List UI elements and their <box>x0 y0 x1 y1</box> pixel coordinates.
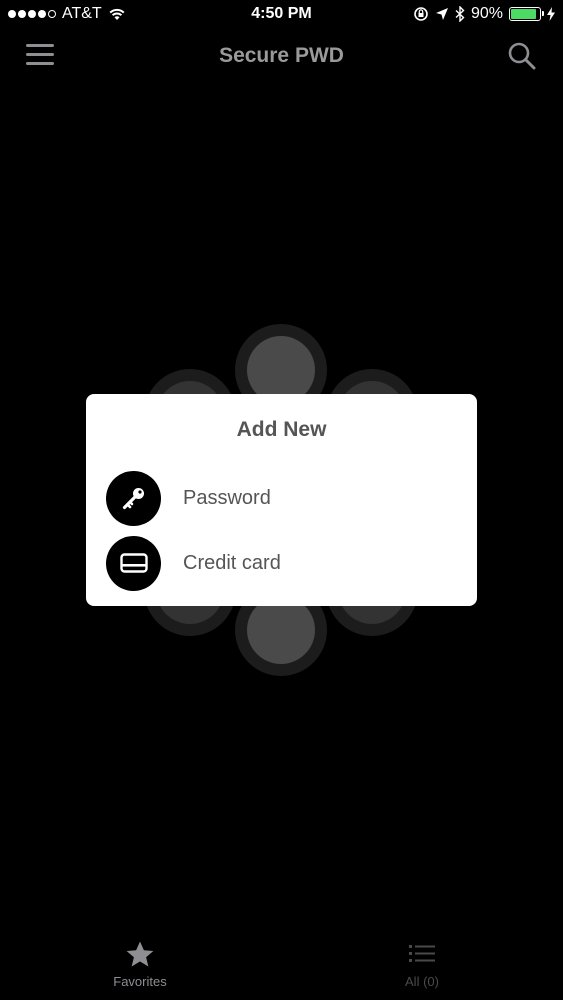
orientation-lock-icon <box>414 7 428 21</box>
status-bar: AT&T 4:50 PM 90% <box>0 0 563 30</box>
tab-all[interactable]: All (0) <box>362 940 482 989</box>
tab-favorites[interactable]: Favorites <box>80 940 200 989</box>
search-icon[interactable] <box>507 41 537 71</box>
add-password-option[interactable]: Password <box>106 470 456 526</box>
tab-bar: Favorites All (0) <box>0 930 563 1000</box>
battery-fill <box>511 9 537 19</box>
charging-bolt-icon <box>547 7 555 21</box>
battery-percent: 90% <box>470 5 503 22</box>
add-new-dialog: Add New Password Credit card <box>86 394 477 606</box>
tab-favorites-label: Favorites <box>113 974 167 989</box>
password-option-label: Password <box>183 486 271 509</box>
list-icon <box>409 945 435 962</box>
page-title: Secure PWD <box>219 44 344 67</box>
battery-icon <box>509 7 544 21</box>
bluetooth-icon <box>455 6 465 22</box>
add-credit-card-option[interactable]: Credit card <box>106 535 456 591</box>
status-right: 90% <box>413 5 555 23</box>
dialog-title: Add New <box>236 418 327 441</box>
nav-bar: Secure PWD <box>0 30 563 84</box>
credit-card-option-label: Credit card <box>183 551 281 574</box>
star-icon <box>126 941 154 967</box>
tab-all-label: All (0) <box>405 974 439 989</box>
credit-card-icon <box>106 535 161 591</box>
key-icon <box>106 470 161 526</box>
location-arrow-icon <box>435 8 448 20</box>
